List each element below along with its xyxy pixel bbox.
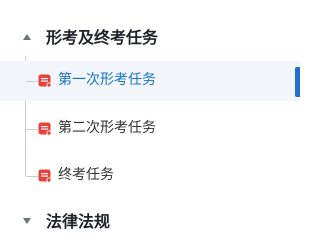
tree-item-second-assessment[interactable]: 第二次形考任务 xyxy=(0,109,300,149)
section-header-tasks[interactable]: 形考及终考任务 xyxy=(0,24,300,54)
tree-branch-line xyxy=(26,176,38,177)
tree-branch-line xyxy=(26,81,38,82)
tree-item-first-assessment[interactable]: 第一次形考任务 xyxy=(0,61,300,101)
tree-branch-line xyxy=(26,129,38,130)
course-task-tree: 形考及终考任务 第一次形考任务 第二次形考任务 终考任务 法律法规 xyxy=(0,0,300,241)
task-doc-icon xyxy=(38,168,52,183)
tree-item-final-assessment[interactable]: 终考任务 xyxy=(0,156,300,196)
task-doc-icon xyxy=(38,73,52,88)
tree-item-label: 第一次形考任务 xyxy=(58,72,156,88)
tree-item-label: 终考任务 xyxy=(58,167,114,183)
active-indicator-bar xyxy=(295,67,300,97)
section-title: 法律法规 xyxy=(46,212,111,231)
caret-up-icon[interactable] xyxy=(23,34,31,40)
caret-down-icon[interactable] xyxy=(23,218,31,224)
section-title: 形考及终考任务 xyxy=(46,28,159,47)
task-doc-icon xyxy=(38,121,52,136)
section-header-laws[interactable]: 法律法规 xyxy=(0,208,300,238)
tree-item-label: 第二次形考任务 xyxy=(58,120,156,136)
